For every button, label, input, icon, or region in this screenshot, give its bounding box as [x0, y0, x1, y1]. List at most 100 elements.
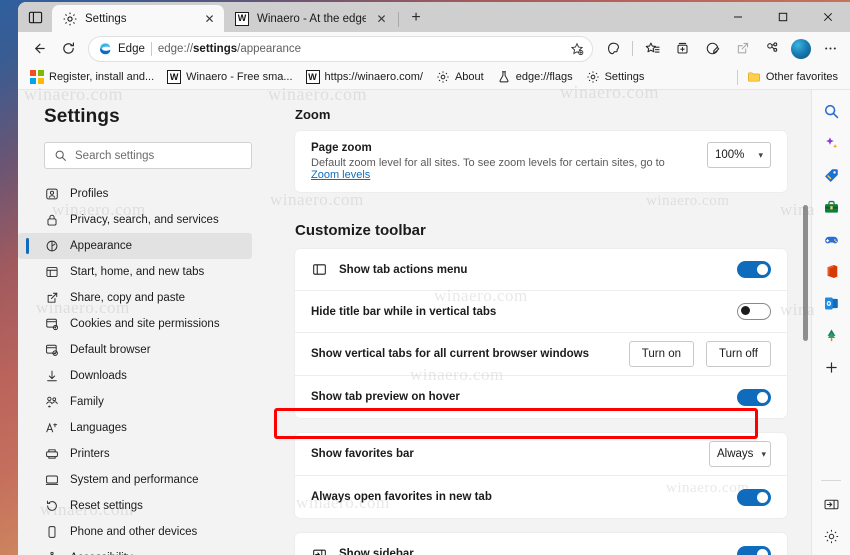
add-icon[interactable] — [818, 354, 844, 380]
shopping-tag-icon[interactable] — [818, 162, 844, 188]
bookmark-item[interactable]: W https://winaero.com/ — [300, 67, 429, 87]
favorites-icon[interactable] — [638, 35, 666, 63]
sidebar-item-languages[interactable]: Languages — [18, 415, 252, 441]
close-icon[interactable]: ✕ — [373, 10, 390, 27]
sidebar-item-appearance[interactable]: Appearance — [18, 233, 252, 259]
default-browser-icon — [44, 343, 59, 358]
monitor-icon — [44, 473, 59, 488]
chevron-down-icon: ▾ — [761, 448, 766, 459]
download-icon — [44, 369, 59, 384]
page-zoom-text: Page zoom Default zoom level for all sit… — [311, 142, 695, 181]
show-favorites-bar-select[interactable]: Always ▾ — [709, 441, 771, 467]
address-bar-url: edge://settings/appearance — [157, 42, 302, 55]
sidebar-item-reset[interactable]: Reset settings — [18, 493, 252, 519]
sidebar-item-family[interactable]: Family — [18, 389, 252, 415]
sidebar-toggle-icon[interactable] — [818, 491, 844, 517]
tab-actions-menu-button[interactable] — [18, 2, 52, 32]
row-label: Show tab actions menu — [339, 263, 468, 276]
row-label: Hide title bar while in vertical tabs — [311, 305, 497, 318]
row-label: Always open favorites in new tab — [311, 491, 492, 503]
refresh-icon[interactable] — [54, 35, 82, 63]
sidebar-item-label: Privacy, search, and services — [70, 214, 219, 226]
zoom-section-heading: Zoom — [295, 107, 331, 122]
edge-logo-icon — [98, 42, 112, 56]
new-tab-button[interactable]: + — [403, 5, 429, 31]
screenshot-icon[interactable] — [698, 35, 726, 63]
tab-title: Winaero - At the edge of tweakin — [257, 12, 366, 25]
show-sidebar-toggle[interactable] — [737, 545, 771, 555]
microsoft-logo — [30, 70, 44, 84]
bookmark-label: Settings — [604, 71, 645, 83]
copilot-icon[interactable] — [818, 130, 844, 156]
drop-icon[interactable] — [818, 322, 844, 348]
profile-avatar[interactable] — [791, 38, 811, 59]
settings-more-icon[interactable] — [816, 35, 844, 63]
winaero-logo: W — [234, 11, 250, 27]
settings-content: Zoom Page zoom Default zoom level for al… — [266, 90, 811, 555]
sidebar-item-label: Printers — [70, 448, 110, 460]
sidebar-item-start-home[interactable]: Start, home, and new tabs — [18, 259, 252, 285]
bookmark-item[interactable]: W Winaero - Free sma... — [161, 67, 298, 87]
settings-sidebar: Settings Search settings Profiles Privac… — [18, 90, 266, 555]
hide-title-bar-toggle[interactable] — [737, 303, 771, 320]
bookmark-item[interactable]: Settings — [580, 67, 651, 87]
split-screen-icon[interactable] — [758, 35, 786, 63]
chevron-down-icon: ▾ — [758, 149, 763, 160]
copilot-icon[interactable] — [599, 35, 627, 63]
sidebar-item-phone[interactable]: Phone and other devices — [18, 519, 252, 545]
page-zoom-select[interactable]: 100% ▾ — [707, 142, 771, 168]
bookmark-label: Winaero - Free sma... — [186, 71, 293, 83]
sidebar-settings-icon[interactable] — [818, 523, 844, 549]
sidebar-item-system[interactable]: System and performance — [18, 467, 252, 493]
outlook-icon[interactable] — [818, 290, 844, 316]
omnibox-brand: Edge — [118, 42, 145, 55]
minimize-button[interactable] — [715, 2, 760, 32]
sidebar-item-accessibility[interactable]: Accessibility — [18, 545, 252, 555]
window-controls — [715, 2, 850, 32]
address-bar[interactable]: Edge edge://settings/appearance — [88, 35, 593, 62]
tab-preview-toggle[interactable] — [737, 388, 771, 406]
share-icon — [728, 35, 756, 63]
tab-winaero[interactable]: W Winaero - At the edge of tweakin ✕ — [224, 5, 396, 32]
maximize-button[interactable] — [760, 2, 805, 32]
sidebar-item-label: Phone and other devices — [70, 526, 198, 538]
bookmark-item[interactable]: Register, install and... — [24, 67, 160, 87]
customize-toolbar-heading: Customize toolbar — [295, 222, 426, 239]
bookmark-item[interactable]: edge://flags — [491, 67, 579, 87]
sidebar-item-downloads[interactable]: Downloads — [18, 363, 252, 389]
bookmark-label: About — [454, 71, 484, 83]
bookmark-item[interactable]: About — [430, 67, 490, 87]
close-button[interactable] — [805, 2, 850, 32]
search-input[interactable]: Search settings — [44, 142, 252, 169]
accessibility-icon — [44, 551, 59, 555]
games-icon[interactable] — [818, 226, 844, 252]
turn-on-button[interactable]: Turn on — [628, 341, 694, 367]
scrollbar-thumb[interactable] — [803, 205, 808, 341]
zoom-levels-link[interactable]: Zoom levels — [311, 169, 370, 181]
sidebar-item-printers[interactable]: Printers — [18, 441, 252, 467]
close-icon[interactable]: ✕ — [201, 10, 218, 27]
settings-nav-list: Profiles Privacy, search, and services A… — [18, 181, 266, 555]
sidebar-item-privacy[interactable]: Privacy, search, and services — [18, 207, 252, 233]
show-tab-actions-toggle[interactable] — [737, 261, 771, 278]
search-icon[interactable] — [818, 98, 844, 124]
folder-icon — [747, 70, 761, 84]
office-icon[interactable] — [818, 258, 844, 284]
tab-settings[interactable]: Settings ✕ — [52, 5, 224, 32]
back-icon[interactable] — [24, 35, 52, 63]
favorites-bar-value: Always — [717, 448, 754, 460]
collections-icon[interactable] — [668, 35, 696, 63]
sidebar-item-share[interactable]: Share, copy and paste — [18, 285, 252, 311]
language-icon — [44, 421, 59, 436]
other-favorites-button[interactable]: Other favorites — [741, 67, 844, 87]
sidebar-item-cookies[interactable]: Cookies and site permissions — [18, 311, 252, 337]
printer-icon — [44, 447, 59, 462]
sidebar-item-profiles[interactable]: Profiles — [18, 181, 252, 207]
always-open-favorites-toggle[interactable] — [737, 488, 771, 506]
edge-sidebar — [811, 90, 850, 555]
sidebar-item-default-browser[interactable]: Default browser — [18, 337, 252, 363]
turn-off-button[interactable]: Turn off — [706, 341, 771, 367]
tools-icon[interactable] — [818, 194, 844, 220]
star-add-icon[interactable] — [566, 38, 588, 60]
scrollbar[interactable] — [800, 90, 811, 555]
